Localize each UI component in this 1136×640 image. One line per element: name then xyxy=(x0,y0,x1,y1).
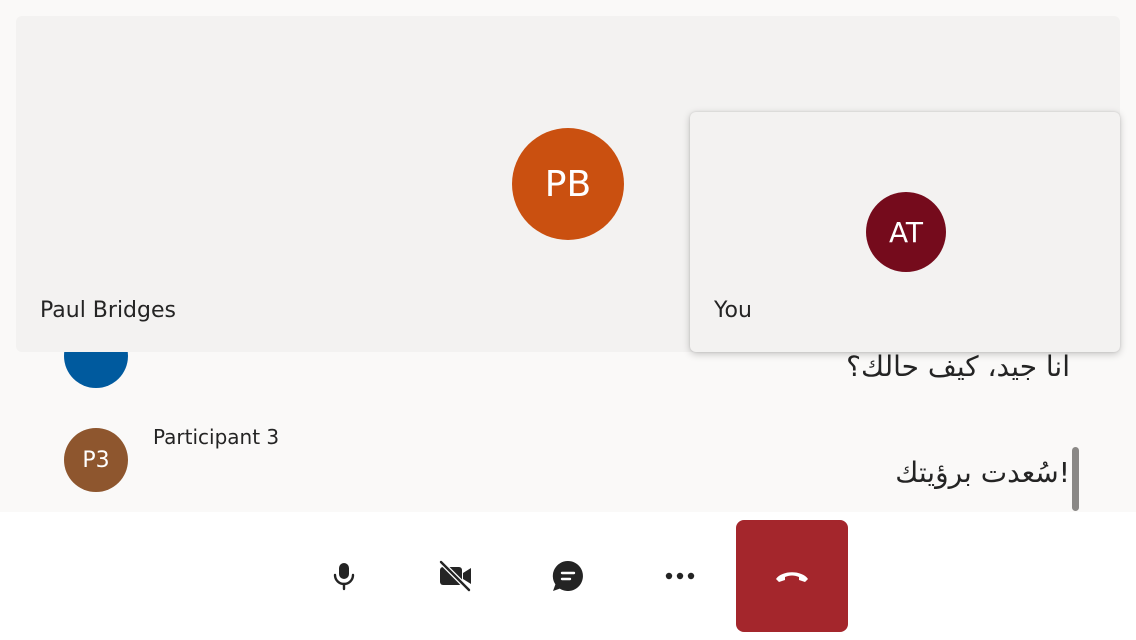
caption-text: !سُعدت برؤيتك xyxy=(895,456,1070,489)
caption-speaker-name: Participant 3 xyxy=(153,425,280,449)
caption-text: انا جيد، كيف حالك؟ xyxy=(846,350,1070,383)
self-video-tile[interactable]: AT You xyxy=(690,112,1120,352)
captions-scrollbar[interactable] xyxy=(1072,447,1079,511)
meeting-window: انا جيد، كيف حالك؟ P3 Participant 3 !سُع… xyxy=(0,0,1136,640)
caption-avatar: P3 xyxy=(64,428,128,492)
hang-up-icon xyxy=(776,572,808,582)
chat-icon xyxy=(552,560,583,591)
camera-off-icon xyxy=(439,560,471,592)
more-options-icon xyxy=(665,572,695,580)
microphone-icon xyxy=(333,563,355,591)
participant-name: Paul Bridges xyxy=(40,298,176,323)
mute-button[interactable] xyxy=(288,520,400,632)
self-avatar: AT xyxy=(866,192,946,272)
call-control-bar xyxy=(0,512,1136,640)
hang-up-button[interactable] xyxy=(736,520,848,632)
self-name: You xyxy=(714,298,752,323)
camera-toggle-button[interactable] xyxy=(400,520,512,632)
more-options-button[interactable] xyxy=(624,520,736,632)
chat-button[interactable] xyxy=(512,520,624,632)
participant-avatar: PB xyxy=(512,128,624,240)
